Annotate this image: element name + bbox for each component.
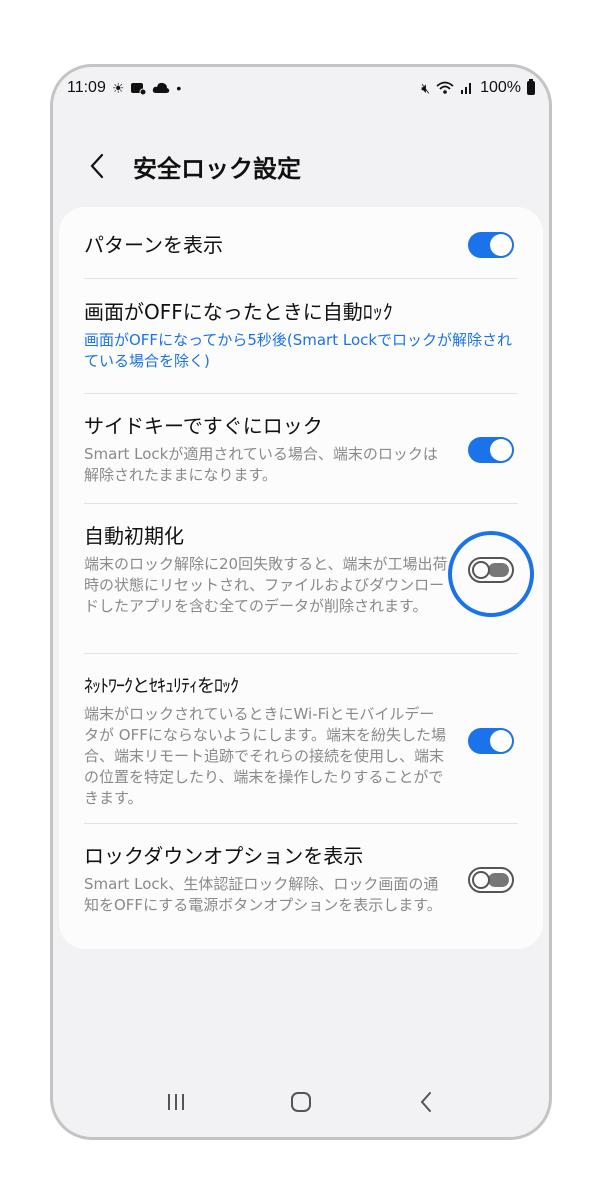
show-pattern-toggle[interactable] xyxy=(468,232,514,258)
divider xyxy=(84,278,518,279)
setting-title: サイドキーですぐにロック xyxy=(84,414,323,438)
mute-icon: 🔇︎ xyxy=(421,79,431,96)
home-button[interactable] xyxy=(281,1082,321,1122)
auto-factory-reset-toggle[interactable] xyxy=(468,557,514,583)
battery-percent: 100% xyxy=(480,79,521,96)
gallery-icon xyxy=(131,83,147,95)
setting-value: 画面がOFFになってから5秒後(Smart Lockでロックが解除されている場合… xyxy=(84,331,513,370)
back-button[interactable] xyxy=(75,144,119,188)
wifi-icon xyxy=(436,81,454,94)
back-arrow-icon xyxy=(420,1092,432,1112)
recent-apps-icon xyxy=(167,1094,184,1110)
phone-frame: 11:09 ☀ • 🔇︎ 100% 安全ロック設定 パターンを表示 画面がOFF… xyxy=(50,64,552,1140)
divider xyxy=(84,823,518,824)
battery-icon xyxy=(527,79,535,95)
recent-apps-button[interactable] xyxy=(156,1082,196,1122)
setting-title: 画面がOFFになったときに自動ﾛｯｸ xyxy=(84,300,393,324)
divider xyxy=(84,393,518,394)
setting-title: ﾈｯﾄﾜｰｸとｾｷｭﾘﾃｨをﾛｯｸ xyxy=(84,676,239,697)
setting-lockdown-option[interactable]: ロックダウンオプションを表示 Smart Lock、生体認証ロック解除、ロック画… xyxy=(84,843,518,916)
lockdown-option-toggle[interactable] xyxy=(468,866,514,893)
chevron-left-icon xyxy=(90,153,104,179)
navigation-bar xyxy=(53,1067,549,1137)
setting-title: パターンを表示 xyxy=(84,232,223,257)
setting-title: ロックダウンオプションを表示 xyxy=(84,844,364,868)
dot-icon: • xyxy=(176,80,182,96)
setting-description: 端末がロックされているときにWi-Fiとモバイルデータが OFFにならないように… xyxy=(84,705,447,807)
home-icon xyxy=(290,1092,311,1112)
brightness-icon: ☀ xyxy=(111,79,125,96)
divider xyxy=(84,653,518,654)
setting-title: 自動初期化 xyxy=(84,524,184,548)
setting-lock-network-security[interactable]: ﾈｯﾄﾜｰｸとｾｷｭﾘﾃｨをﾛｯｸ 端末がロックされているときにWi-Fiとモバ… xyxy=(84,673,518,809)
status-bar: 11:09 ☀ • 🔇︎ 100% xyxy=(53,67,549,109)
status-time: 11:09 xyxy=(67,79,106,96)
lock-network-security-toggle[interactable] xyxy=(468,728,514,754)
side-key-lock-toggle[interactable] xyxy=(468,436,514,463)
page-title: 安全ロック設定 xyxy=(133,154,301,183)
page-header: 安全ロック設定 xyxy=(53,142,549,190)
back-nav-button[interactable] xyxy=(406,1082,446,1122)
setting-side-key-lock[interactable]: サイドキーですぐにロック Smart Lockが適用されている場合、端末のロック… xyxy=(84,413,518,486)
cloud-icon xyxy=(153,82,170,93)
setting-show-pattern[interactable]: パターンを表示 xyxy=(84,225,518,265)
setting-description: Smart Lockが適用されている場合、端末のロックは解除されたままになります… xyxy=(84,445,438,484)
divider xyxy=(84,503,518,504)
setting-description: 端末のロック解除に20回失敗すると、端末が工場出荷時の状態にリセットされ、ファイ… xyxy=(84,555,448,615)
signal-icon xyxy=(461,83,472,94)
setting-auto-factory-reset[interactable]: 自動初期化 端末のロック解除に20回失敗すると、端末が工場出荷時の状態にリセット… xyxy=(84,523,518,617)
settings-card: パターンを表示 画面がOFFになったときに自動ﾛｯｸ 画面がOFFになってから5… xyxy=(59,207,543,949)
setting-auto-lock[interactable]: 画面がOFFになったときに自動ﾛｯｸ 画面がOFFになってから5秒後(Smart… xyxy=(84,299,518,372)
setting-description: Smart Lock、生体認証ロック解除、ロック画面の通知をOFFにする電源ボタ… xyxy=(84,875,442,914)
